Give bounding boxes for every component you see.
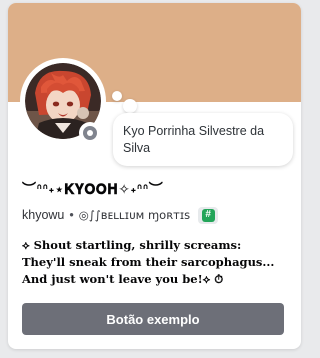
status-indicator bbox=[79, 122, 101, 144]
offline-status-icon bbox=[83, 126, 97, 140]
display-name[interactable]: ︶ᐢᐢ˖⋆𝐊𝐘𝐎𝐎𝐇✧˖ᐢᐢ︶ bbox=[22, 179, 163, 199]
username[interactable]: khyowu bbox=[22, 208, 64, 222]
separator-dot: • bbox=[69, 208, 74, 222]
bio: ⟡ Shout startling, shrilly screams: They… bbox=[22, 237, 292, 288]
profile-card: Kyo Porrinha Silvestre da Silva ︶ᐢᐢ˖⋆𝐊𝐘𝐎… bbox=[8, 3, 301, 349]
example-button[interactable]: Botão exemplo bbox=[22, 303, 284, 335]
bio-line: ⟡ Shout startling, shrilly screams: bbox=[22, 238, 242, 252]
bio-line: And just won't leave you be!⟡ ⏱ bbox=[22, 272, 224, 286]
custom-status-text: Kyo Porrinha Silvestre da Silva bbox=[123, 124, 265, 155]
bubble-tail-medium bbox=[123, 99, 137, 113]
pronouns: ◎∫∫ʙᴇʟʟɪᴜᴍ ɱᴏʀᴛɪs bbox=[78, 208, 191, 222]
custom-status-bubble[interactable]: Kyo Porrinha Silvestre da Silva bbox=[113, 113, 293, 166]
bio-line: They'll sneak from their sarcophagus... bbox=[22, 255, 275, 269]
hashtag-icon: # bbox=[201, 208, 215, 222]
user-meta-row: khyowu • ◎∫∫ʙᴇʟʟɪᴜᴍ ɱᴏʀᴛɪs # bbox=[22, 206, 219, 224]
bubble-tail-small bbox=[112, 91, 122, 101]
hashtag-badge[interactable]: # bbox=[198, 206, 219, 224]
